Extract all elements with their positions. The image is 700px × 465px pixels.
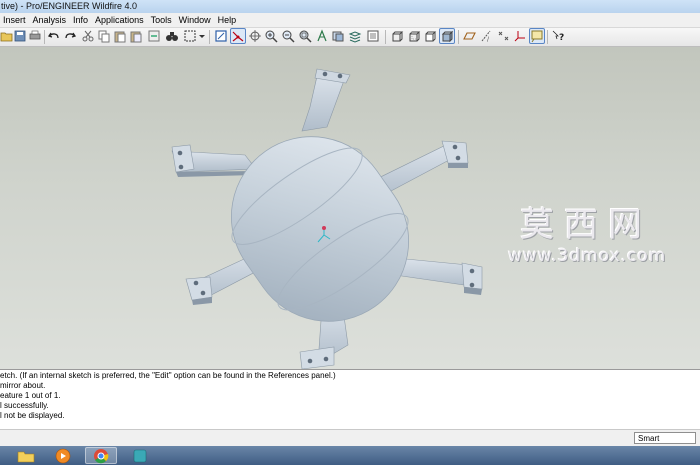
save-icon[interactable] [13,29,27,43]
shading-icon[interactable] [439,28,455,44]
undo-icon[interactable] [47,29,61,43]
message-line: l not be displayed. [0,411,65,420]
status-bar: Smart [0,429,700,447]
capsule-body [230,136,410,322]
find-icon[interactable] [165,29,179,43]
wireframe-icon[interactable] [390,29,404,43]
message-line: eature 1 out of 1. [0,391,61,400]
selection-filter-select[interactable]: Smart [634,432,696,444]
media-player-icon[interactable] [47,447,79,464]
datum-planes-icon[interactable] [462,29,476,43]
menu-bar: Insert Analysis Info Applications Tools Windo… [0,13,700,28]
windows-taskbar [0,446,700,465]
arm-upper-left [171,144,257,177]
copy-icon[interactable] [97,29,111,43]
no-hidden-icon[interactable] [423,29,437,43]
chrome-icon[interactable] [85,447,117,464]
repaint-icon[interactable] [214,29,228,43]
toolbar-separator [547,30,548,44]
paste-icon[interactable] [113,29,127,43]
svg-text:?: ? [559,33,564,43]
datum-points-icon[interactable] [496,29,510,43]
saved-views-icon[interactable] [331,29,345,43]
menu-tools[interactable]: Tools [148,13,176,27]
regenerate-icon[interactable] [147,29,161,43]
hidden-line-icon[interactable] [407,29,421,43]
open-file-icon[interactable] [0,29,14,43]
selection-box-icon[interactable] [183,29,197,43]
graphics-window[interactable]: 莫西网 www.3dmox.com [0,47,700,369]
menu-info[interactable]: Info [70,13,92,27]
menu-window[interactable]: Window [176,13,215,27]
refit-icon[interactable] [298,29,312,43]
window-titlebar: tive) - Pro/ENGINEER Wildfire 4.0 [0,0,700,13]
message-area: etch. (If an internal sketch is preferre… [0,369,700,431]
view-manager-icon[interactable] [315,29,329,43]
orient-mode-icon[interactable] [248,29,262,43]
message-line: mirror about. [0,381,46,390]
file-explorer-icon[interactable] [10,447,42,464]
menu-analysis[interactable]: Analysis [30,13,71,27]
zoom-in-icon[interactable] [264,29,278,43]
print-icon[interactable] [28,29,42,43]
spin-center-icon[interactable] [230,28,246,44]
window-title: tive) - Pro/ENGINEER Wildfire 4.0 [1,1,138,11]
main-toolbar: / ? [0,28,700,47]
message-line: etch. (If an internal sketch is preferre… [0,371,336,380]
dropdown-arrow-icon[interactable] [197,29,207,43]
toolbar-separator [44,30,45,44]
toolbar-separator [385,30,386,44]
toolbar-separator [209,30,210,44]
layers-icon[interactable] [348,29,362,43]
watermark-chinese: 莫西网 [520,205,652,245]
proe-icon[interactable] [124,447,156,464]
selection-filter-value: Smart [638,434,660,443]
model-tree-icon[interactable] [366,29,380,43]
coordinate-systems-icon[interactable] [513,29,527,43]
paste-special-icon[interactable] [129,29,143,43]
toolbar-separator [458,30,459,44]
menu-help[interactable]: Help [215,13,241,27]
zoom-out-icon[interactable] [281,29,295,43]
watermark-url: www.3dmox.com [508,246,667,266]
annotations-icon[interactable] [529,28,545,44]
message-line: l successfully. [0,401,49,410]
redo-icon[interactable] [63,29,77,43]
arm-top [301,68,351,132]
datum-axes-icon[interactable]: / [479,29,493,43]
cut-icon[interactable] [81,29,95,43]
svg-text:/: / [487,36,490,43]
menu-insert[interactable]: Insert [0,13,30,27]
context-help-icon[interactable]: ? [551,29,565,43]
menu-applications[interactable]: Applications [92,13,148,27]
